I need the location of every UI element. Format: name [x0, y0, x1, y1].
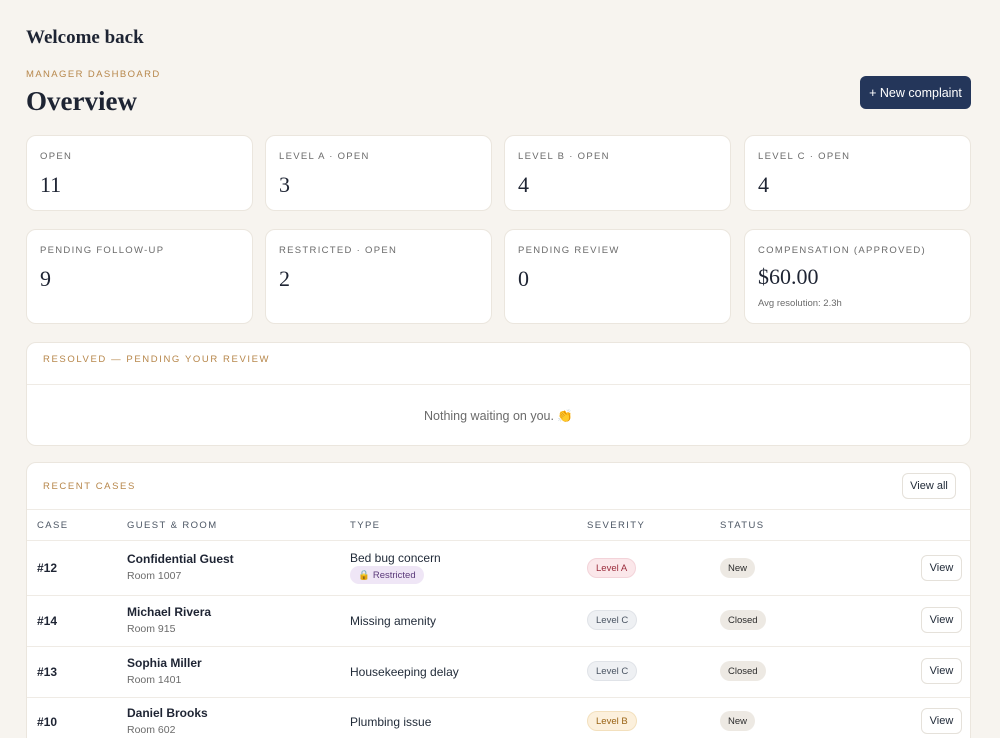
page-title: Overview	[26, 86, 137, 116]
table-row: #10 Daniel Brooks Room 602 Plumbing issu…	[27, 698, 970, 738]
stat-card-compensation: COMPENSATION (APPROVED) $60.00 Avg resol…	[744, 229, 971, 324]
room-number: Room 1401	[127, 674, 182, 686]
divider	[27, 384, 970, 385]
restricted-badge: 🔒 Restricted	[350, 566, 424, 584]
status-badge: New	[720, 558, 756, 578]
complaint-type: Plumbing issue	[350, 715, 432, 729]
complaint-type: Housekeeping delay	[350, 665, 459, 679]
stat-label: PENDING FOLLOW-UP	[40, 245, 165, 256]
stat-label: OPEN	[40, 151, 73, 162]
column-header-status[interactable]: STATUS	[720, 520, 764, 531]
severity-badge: Level B	[587, 711, 637, 731]
complaint-type: Bed bug concern	[350, 551, 441, 565]
view-case-button[interactable]: View	[921, 708, 962, 734]
severity-badge: Level C	[587, 610, 638, 630]
room-number: Room 915	[127, 623, 176, 635]
stat-card-level-c-open: LEVEL C · OPEN 4	[744, 135, 971, 211]
table-row: #14 Michael Rivera Room 915 Missing amen…	[27, 596, 970, 646]
case-number: #14	[37, 614, 58, 628]
stat-card-level-a-open: LEVEL A · OPEN 3	[265, 135, 492, 211]
status-badge: Closed	[720, 661, 766, 681]
stat-label: PENDING REVIEW	[518, 245, 620, 256]
divider	[27, 509, 970, 510]
case-number: #10	[37, 715, 58, 729]
table-row: #12 Confidential Guest Room 1007 Bed bug…	[27, 541, 970, 595]
section-label: RECENT CASES	[43, 481, 136, 492]
stat-value: 9	[40, 266, 51, 291]
stat-value: 0	[518, 266, 529, 291]
lock-icon: 🔒	[358, 569, 370, 581]
avg-resolution-text: Avg resolution: 2.3h	[758, 298, 842, 309]
guest-name: Sophia Miller	[127, 656, 202, 670]
stat-card-pending-review: PENDING REVIEW 0	[504, 229, 731, 324]
section-label: RESOLVED — PENDING YOUR REVIEW	[43, 354, 271, 365]
status-badge: Closed	[720, 610, 766, 630]
complaint-type: Missing amenity	[350, 614, 437, 628]
empty-state-message: Nothing waiting on you. 👏	[424, 409, 573, 423]
guest-name: Michael Rivera	[127, 605, 212, 619]
stat-card-open: OPEN 11	[26, 135, 253, 211]
pending-review-panel: RESOLVED — PENDING YOUR REVIEW Nothing w…	[26, 342, 971, 446]
stat-label: RESTRICTED · OPEN	[279, 245, 398, 256]
dashboard-eyebrow: MANAGER DASHBOARD	[26, 69, 161, 80]
column-header-guest-room[interactable]: GUEST & ROOM	[127, 520, 218, 531]
stat-value: 4	[518, 172, 529, 197]
stat-value: $60.00	[758, 264, 819, 289]
stat-value: 3	[279, 172, 290, 197]
severity-badge: Level A	[587, 558, 637, 578]
view-all-button[interactable]: View all	[902, 473, 956, 499]
restricted-label: Restricted	[372, 569, 416, 581]
table-row: #13 Sophia Miller Room 1401 Housekeeping…	[27, 647, 970, 697]
view-case-button[interactable]: View	[921, 658, 962, 684]
stat-card-restricted-open: RESTRICTED · OPEN 2	[265, 229, 492, 324]
guest-name: Confidential Guest	[127, 552, 234, 566]
case-number: #12	[37, 561, 58, 575]
column-header-type[interactable]: TYPE	[350, 520, 380, 531]
view-case-button[interactable]: View	[921, 607, 962, 633]
severity-badge: Level C	[587, 661, 638, 681]
view-case-button[interactable]: View	[921, 555, 962, 581]
status-badge: New	[720, 711, 756, 731]
stat-label: LEVEL B · OPEN	[518, 151, 610, 162]
stat-card-pending-follow-up: PENDING FOLLOW-UP 9	[26, 229, 253, 324]
column-header-case[interactable]: CASE	[37, 520, 68, 531]
stat-label: LEVEL A · OPEN	[279, 151, 370, 162]
welcome-heading: Welcome back	[26, 27, 144, 48]
column-header-severity[interactable]: SEVERITY	[587, 520, 645, 531]
stat-value: 2	[279, 266, 290, 291]
stat-value: 11	[40, 172, 62, 197]
new-complaint-button[interactable]: + New complaint	[860, 76, 971, 109]
room-number: Room 602	[127, 724, 176, 736]
case-number: #13	[37, 665, 58, 679]
stat-value: 4	[758, 172, 769, 197]
stat-label: LEVEL C · OPEN	[758, 151, 851, 162]
guest-name: Daniel Brooks	[127, 706, 208, 720]
room-number: Room 1007	[127, 570, 182, 582]
stat-label: COMPENSATION (APPROVED)	[758, 245, 927, 256]
stat-card-level-b-open: LEVEL B · OPEN 4	[504, 135, 731, 211]
recent-cases-panel: RECENT CASES View all CASE GUEST & ROOM …	[26, 462, 971, 738]
